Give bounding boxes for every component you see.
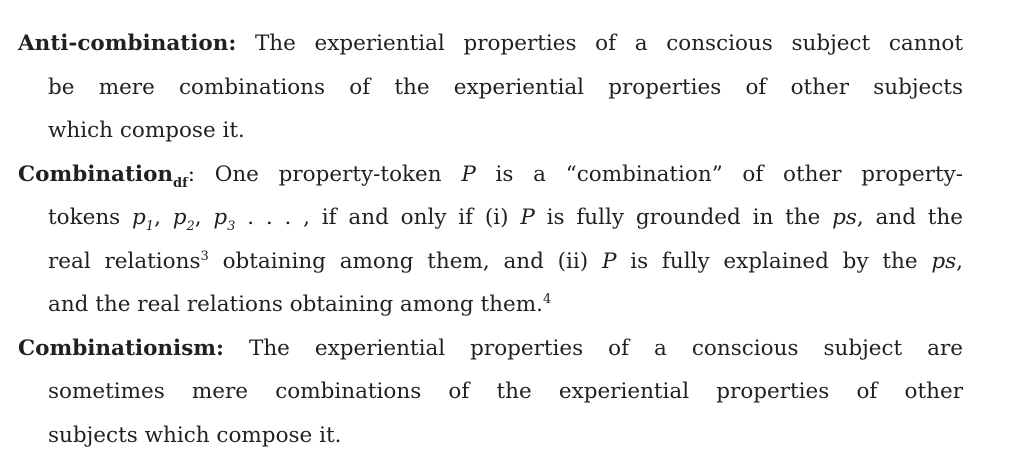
text-line: be mere combinations of the experiential…	[48, 74, 963, 100]
term-combinationism: Combinationism:	[18, 335, 224, 361]
text: tokens	[48, 205, 133, 230]
var-p: p	[172, 205, 187, 230]
term-subscript: df	[173, 175, 188, 191]
term-combination: Combination	[18, 161, 174, 187]
text: is a “combination” of other property-	[475, 161, 963, 187]
var-p: p	[213, 205, 228, 230]
text: ,	[194, 205, 214, 230]
var-ps: ps	[832, 205, 857, 230]
text-line: which compose it.	[48, 118, 245, 143]
text: ,	[154, 205, 173, 230]
footnote-ref[interactable]: 3	[201, 249, 209, 264]
definition-combinationism: Combinationism: The experiential propert…	[18, 327, 963, 458]
text: is fully grounded in the	[534, 205, 833, 230]
text-line: sometimes mere combinations of the exper…	[48, 379, 963, 404]
text: , and the	[856, 205, 963, 230]
text: real relations	[48, 248, 201, 274]
text: is fully explained by the	[616, 248, 932, 274]
var-ps: ps	[931, 248, 957, 274]
var-P: P	[461, 161, 476, 187]
text: obtaining among them, and (ii)	[208, 248, 602, 274]
definition-combination: Combinationdf: One property-token P is a…	[18, 153, 963, 327]
text-line: subjects which compose it.	[48, 422, 342, 448]
text-line: The experiential properties of a conscio…	[224, 335, 963, 361]
definition-anti-combination: Anti-combination: The experiential prope…	[18, 22, 963, 153]
text: and the real relations obtaining among t…	[48, 292, 543, 317]
subscript: 2	[186, 219, 195, 234]
footnote-ref[interactable]: 4	[543, 292, 551, 307]
subscript: 1	[145, 219, 155, 234]
term-anti-combination: Anti-combination:	[18, 31, 237, 56]
var-P: P	[520, 205, 535, 230]
text: ,	[956, 248, 963, 274]
text: : One property-token	[187, 161, 462, 187]
var-p: p	[132, 205, 146, 230]
text: . . . , if and only if (i)	[235, 205, 521, 230]
text-line: The experiential properties of a conscio…	[236, 31, 963, 56]
var-P: P	[601, 248, 617, 274]
document-page: Anti-combination: The experiential prope…	[18, 22, 963, 457]
